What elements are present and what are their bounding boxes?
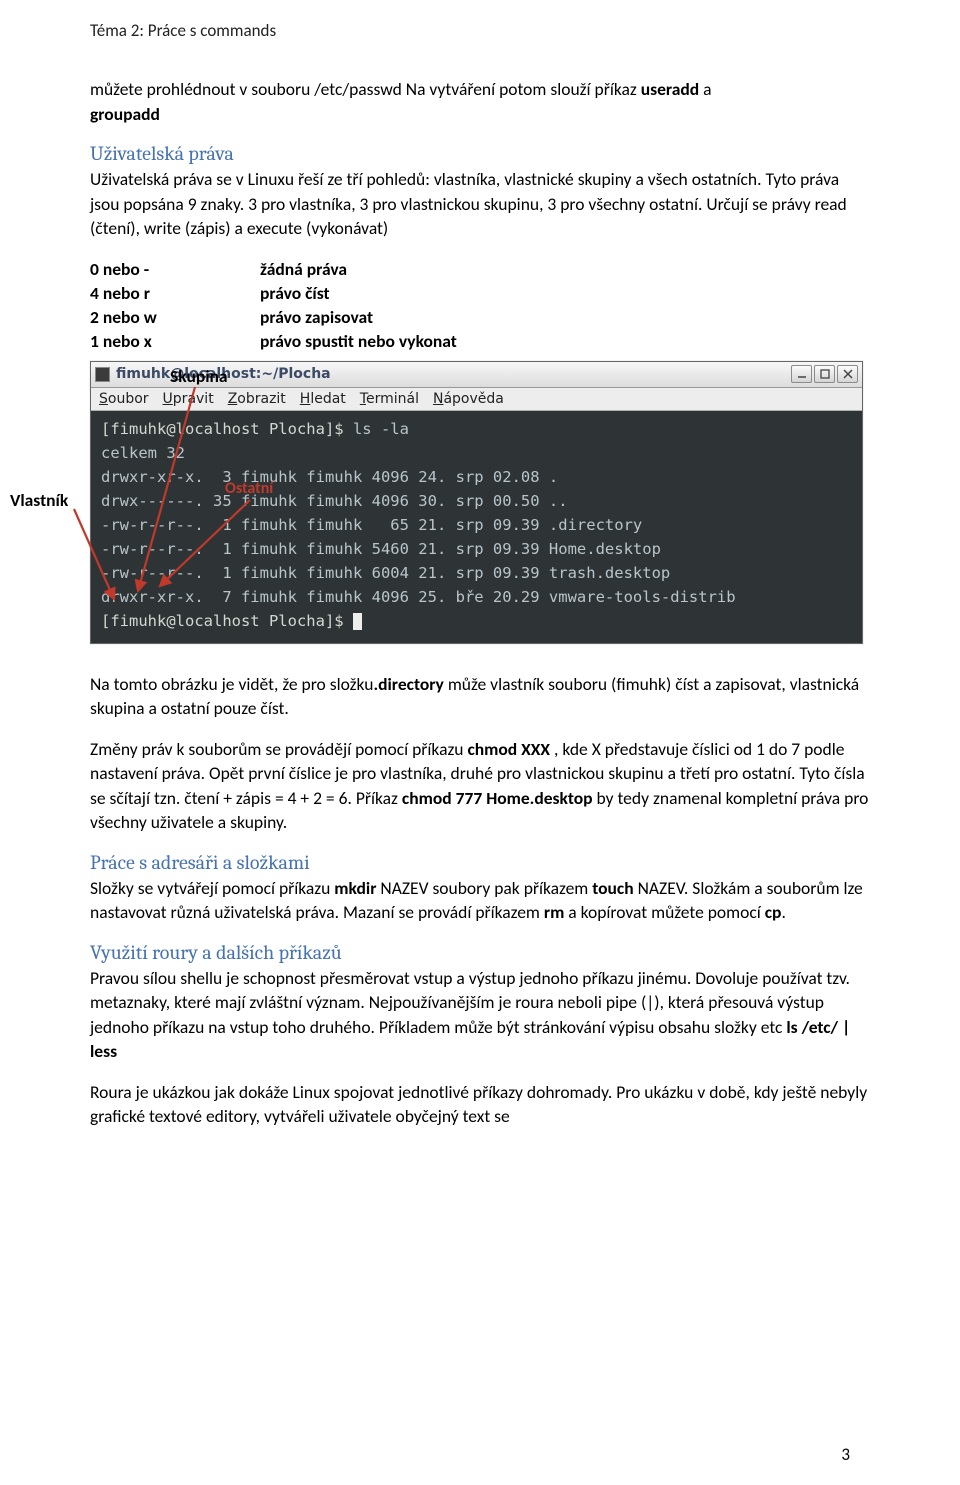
rights-val: právo zapisovat (260, 305, 457, 329)
label-skupina: Skupina (170, 365, 228, 387)
table-row: 4 nebo rprávo číst (90, 281, 457, 305)
label-ostatni: Ostatní (225, 479, 273, 498)
minimize-button[interactable] (791, 365, 812, 383)
para-pipe-1: Pravou sílou shellu je schopnost přesměr… (90, 966, 870, 1064)
rights-key: 2 nebo w (90, 305, 260, 329)
txt: Na tomto obrázku je vidět, že pro složku (90, 673, 373, 695)
cmd-useradd: useradd (641, 78, 699, 100)
menu-napoveda[interactable]: Nápověda (433, 391, 504, 407)
ls-line: drwx------. 35 fimuhk fimuhk 4096 30. sr… (101, 492, 568, 510)
cmd-groupadd: groupadd (90, 103, 160, 125)
terminal-prompt: [fimuhk@localhost Plocha]$ (101, 420, 353, 438)
terminal-prompt: [fimuhk@localhost Plocha]$ (101, 612, 353, 630)
cmd-chmod-xxx: chmod XXX (467, 738, 550, 760)
menu-terminal[interactable]: Terminál (360, 391, 419, 407)
intro-text-c: a (699, 78, 711, 100)
txt: Pravou sílou shellu je schopnost přesměr… (90, 967, 850, 1038)
table-row: 0 nebo -žádná práva (90, 257, 457, 281)
page-number: 3 (841, 1444, 850, 1465)
rights-key: 0 nebo - (90, 257, 260, 281)
menu-upravit[interactable]: Upravit (163, 391, 214, 407)
menu-hledat[interactable]: Hledat (300, 391, 346, 407)
menu-zobrazit[interactable]: Zobrazit (228, 391, 286, 407)
para-after-term-2: Změny práv k souborům se provádějí pomoc… (90, 737, 870, 835)
para-dirs: Složky se vytvářejí pomocí příkazu mkdir… (90, 876, 870, 925)
table-row: 1 nebo xprávo spustit nebo vykonat (90, 329, 457, 353)
para-after-term-1: Na tomto obrázku je vidět, že pro složku… (90, 672, 870, 721)
para-rights-intro: Uživatelská práva se v Linuxu řeší ze tř… (90, 167, 870, 241)
cmd-cp: cp (765, 901, 782, 923)
filename-directory: .directory (373, 673, 443, 695)
terminal-cursor (353, 613, 362, 630)
cmd-rm: rm (544, 901, 564, 923)
terminal-cmd: ls -la (353, 420, 409, 438)
cmd-chmod-777: chmod 777 Home.desktop (402, 787, 593, 809)
terminal-window: fimuhk@localhost:~/Plocha Soubor Upravit… (90, 361, 863, 644)
cmd-mkdir: mkdir (334, 877, 376, 899)
txt: Složky se vytvářejí pomocí příkazu (90, 877, 334, 899)
table-row: 2 nebo wprávo zapisovat (90, 305, 457, 329)
ls-line: drwxr-xr-x. 7 fimuhk fimuhk 4096 25. bře… (101, 588, 736, 606)
section-title-dirs: Práce s adresáři a složkami (90, 851, 870, 874)
section-title-rights: Uživatelská práva (90, 142, 870, 165)
section-title-pipe: Využití roury a dalších příkazů (90, 941, 870, 964)
menu-soubor[interactable]: Soubor (99, 391, 149, 407)
rights-table: 0 nebo -žádná práva 4 nebo rprávo číst 2… (90, 257, 457, 353)
label-vlastnik: Vlastník (10, 489, 68, 511)
page-header: Téma 2: Práce s commands (90, 20, 870, 41)
txt: a kopírovat můžete pomocí (564, 901, 764, 923)
terminal-menubar[interactable]: Soubor Upravit Zobrazit Hledat Terminál … (91, 388, 862, 411)
ls-line: -rw-r--r--. 1 fimuhk fimuhk 5460 21. srp… (101, 540, 661, 558)
cmd-touch: touch (592, 877, 633, 899)
ls-line: drwxr-xr-x. 3 fimuhk fimuhk 4096 24. srp… (101, 468, 558, 486)
txt: . (781, 901, 785, 923)
ls-line: -rw-r--r--. 1 fimuhk fimuhk 65 21. srp 0… (101, 516, 642, 534)
ls-line: -rw-r--r--. 1 fimuhk fimuhk 6004 21. srp… (101, 564, 670, 582)
maximize-button[interactable] (814, 365, 835, 383)
rights-key: 1 nebo x (90, 329, 260, 353)
intro-text-a: můžete prohlédnout v souboru /etc/passwd… (90, 78, 641, 100)
rights-key: 4 nebo r (90, 281, 260, 305)
rights-val: žádná práva (260, 257, 457, 281)
rights-val: právo spustit nebo vykonat (260, 329, 457, 353)
txt: Změny práv k souborům se provádějí pomoc… (90, 738, 467, 760)
terminal-body[interactable]: [fimuhk@localhost Plocha]$ ls -la celkem… (91, 411, 862, 643)
rights-val: právo číst (260, 281, 457, 305)
terminal-app-icon (95, 367, 110, 382)
intro-paragraph: můžete prohlédnout v souboru /etc/passwd… (90, 77, 870, 126)
para-pipe-2: Roura je ukázkou jak dokáže Linux spojov… (90, 1080, 870, 1129)
close-button[interactable] (837, 365, 858, 383)
txt: NAZEV soubory pak příkazem (376, 877, 592, 899)
ls-line: celkem 32 (101, 444, 185, 462)
